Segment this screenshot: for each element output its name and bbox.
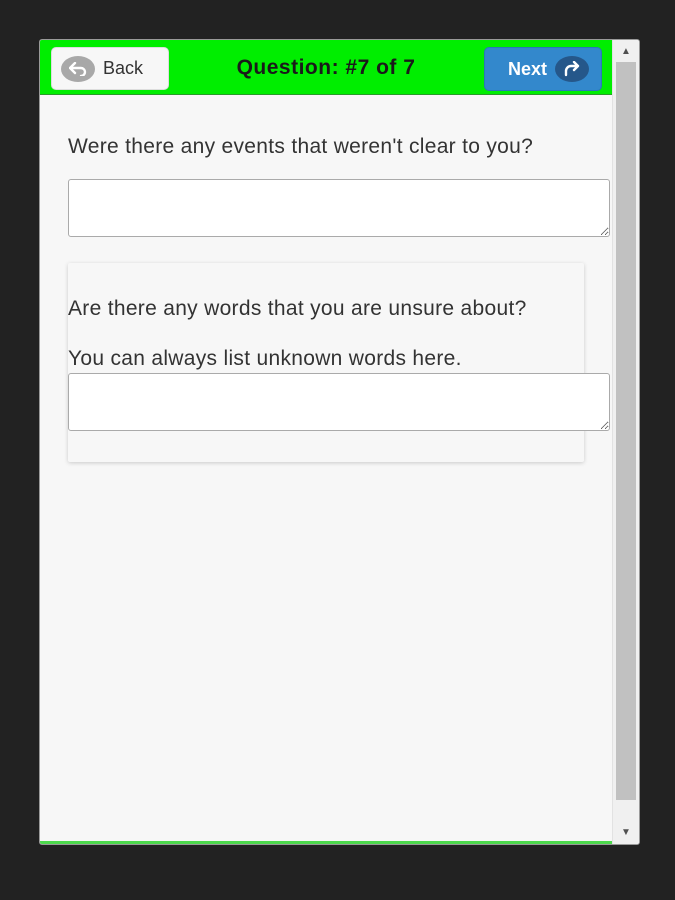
back-button[interactable]: Back [51,47,169,90]
next-button[interactable]: Next [484,47,602,91]
scroll-down-arrow-icon[interactable]: ▼ [613,822,639,842]
question-1: Were there any events that weren't clear… [68,134,614,237]
question-1-answer-field[interactable] [68,179,610,237]
vertical-scrollbar[interactable]: ▲ ▼ [612,40,639,844]
scrollbar-thumb[interactable] [616,62,636,800]
question-2-hint: You can always list unknown words here. [68,347,462,370]
question-2-text: Are there any words that you are unsure … [68,297,527,320]
back-button-label: Back [103,58,144,78]
footer-divider [40,841,612,844]
question-1-text: Were there any events that weren't clear… [68,135,534,158]
back-arrow-icon [61,55,95,82]
question-2-answer-field[interactable] [68,373,610,431]
question-2: Are there any words that you are unsure … [68,296,614,431]
next-button-label: Next [508,58,548,79]
scroll-up-arrow-icon[interactable]: ▲ [613,41,639,61]
redo-arrow-icon [555,56,590,82]
app-window: Question: #7 of 7 Back Next Were there a… [39,39,640,845]
header-bar: Question: #7 of 7 Back Next [40,40,612,95]
